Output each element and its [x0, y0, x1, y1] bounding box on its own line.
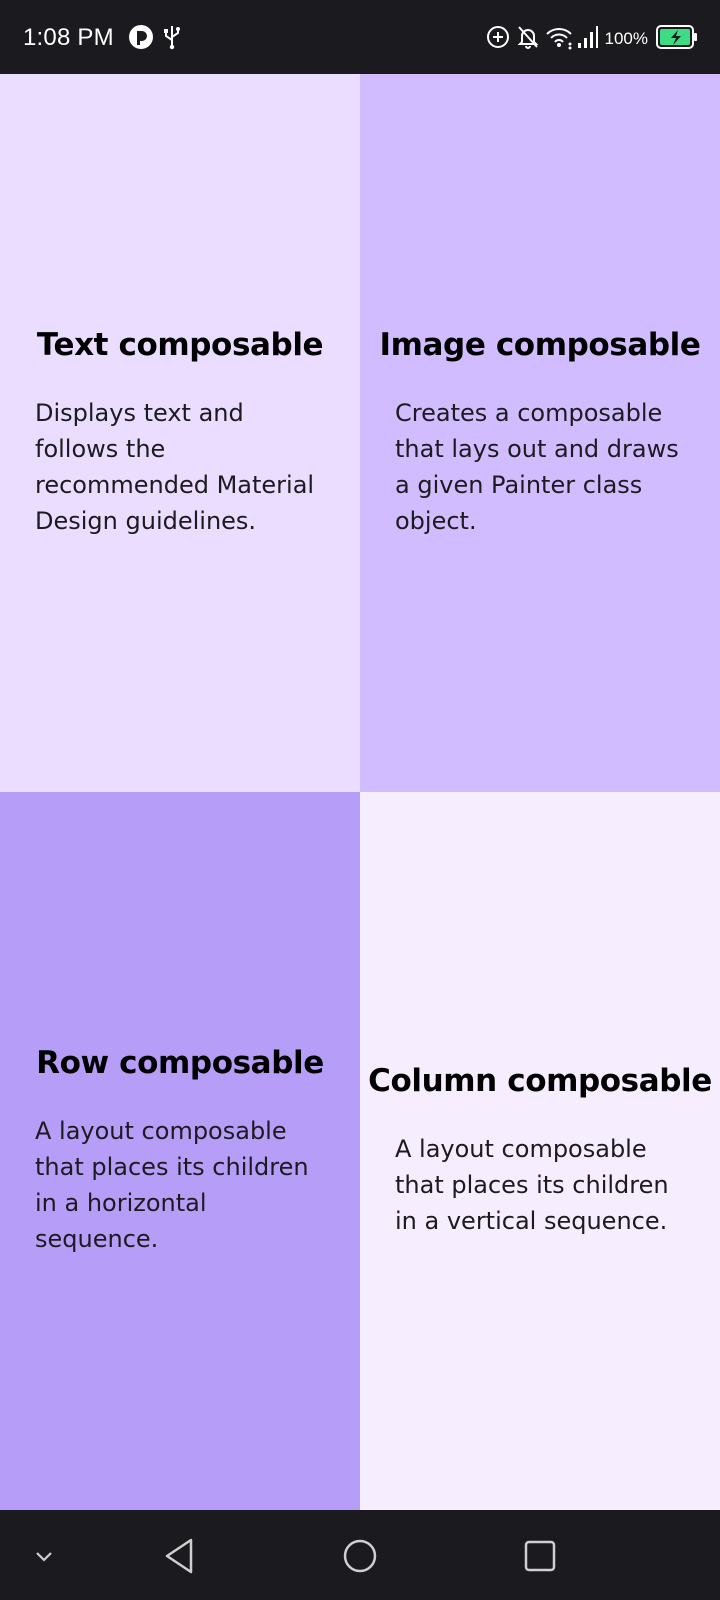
- back-icon[interactable]: [155, 1532, 203, 1580]
- card-description: Displays text and follows the recommende…: [35, 399, 315, 535]
- card-text-composable: Text composable Displays text and follow…: [0, 74, 360, 792]
- home-icon[interactable]: [336, 1532, 384, 1580]
- card-title: Column composable: [368, 1063, 712, 1099]
- battery-charging-icon: [656, 24, 698, 55]
- chevron-down-icon[interactable]: [20, 1532, 68, 1580]
- data-saver-icon: [485, 24, 511, 55]
- card-title: Image composable: [379, 327, 701, 363]
- signal-icon: [577, 24, 599, 55]
- battery-percent: 100%: [604, 29, 648, 48]
- card-title: Row composable: [36, 1045, 324, 1081]
- recents-icon[interactable]: [516, 1532, 564, 1580]
- app-notification-icon: [128, 24, 154, 55]
- navigation-bar: [0, 1510, 720, 1600]
- card-row-composable: Row composable A layout composable that …: [0, 792, 360, 1510]
- status-right-icons: 100%: [485, 24, 698, 54]
- card-image-composable: Image composable Creates a composable th…: [360, 74, 720, 792]
- bell-off-icon: [515, 24, 541, 55]
- status-bar: 1:08 PM 100%: [0, 0, 720, 74]
- card-description: Creates a composable that lays out and d…: [395, 399, 679, 535]
- status-time: 1:08 PM: [23, 24, 114, 51]
- usb-icon: [162, 24, 182, 55]
- quadrant-grid: Text composable Displays text and follow…: [0, 74, 720, 1510]
- status-left-icons: [128, 24, 182, 54]
- card-title: Text composable: [36, 327, 324, 363]
- card-description: A layout composable that places its chil…: [35, 1117, 309, 1253]
- card-description: A layout composable that places its chil…: [395, 1135, 669, 1235]
- card-column-composable: Column composable A layout composable th…: [360, 792, 720, 1510]
- wifi-icon: [545, 24, 573, 55]
